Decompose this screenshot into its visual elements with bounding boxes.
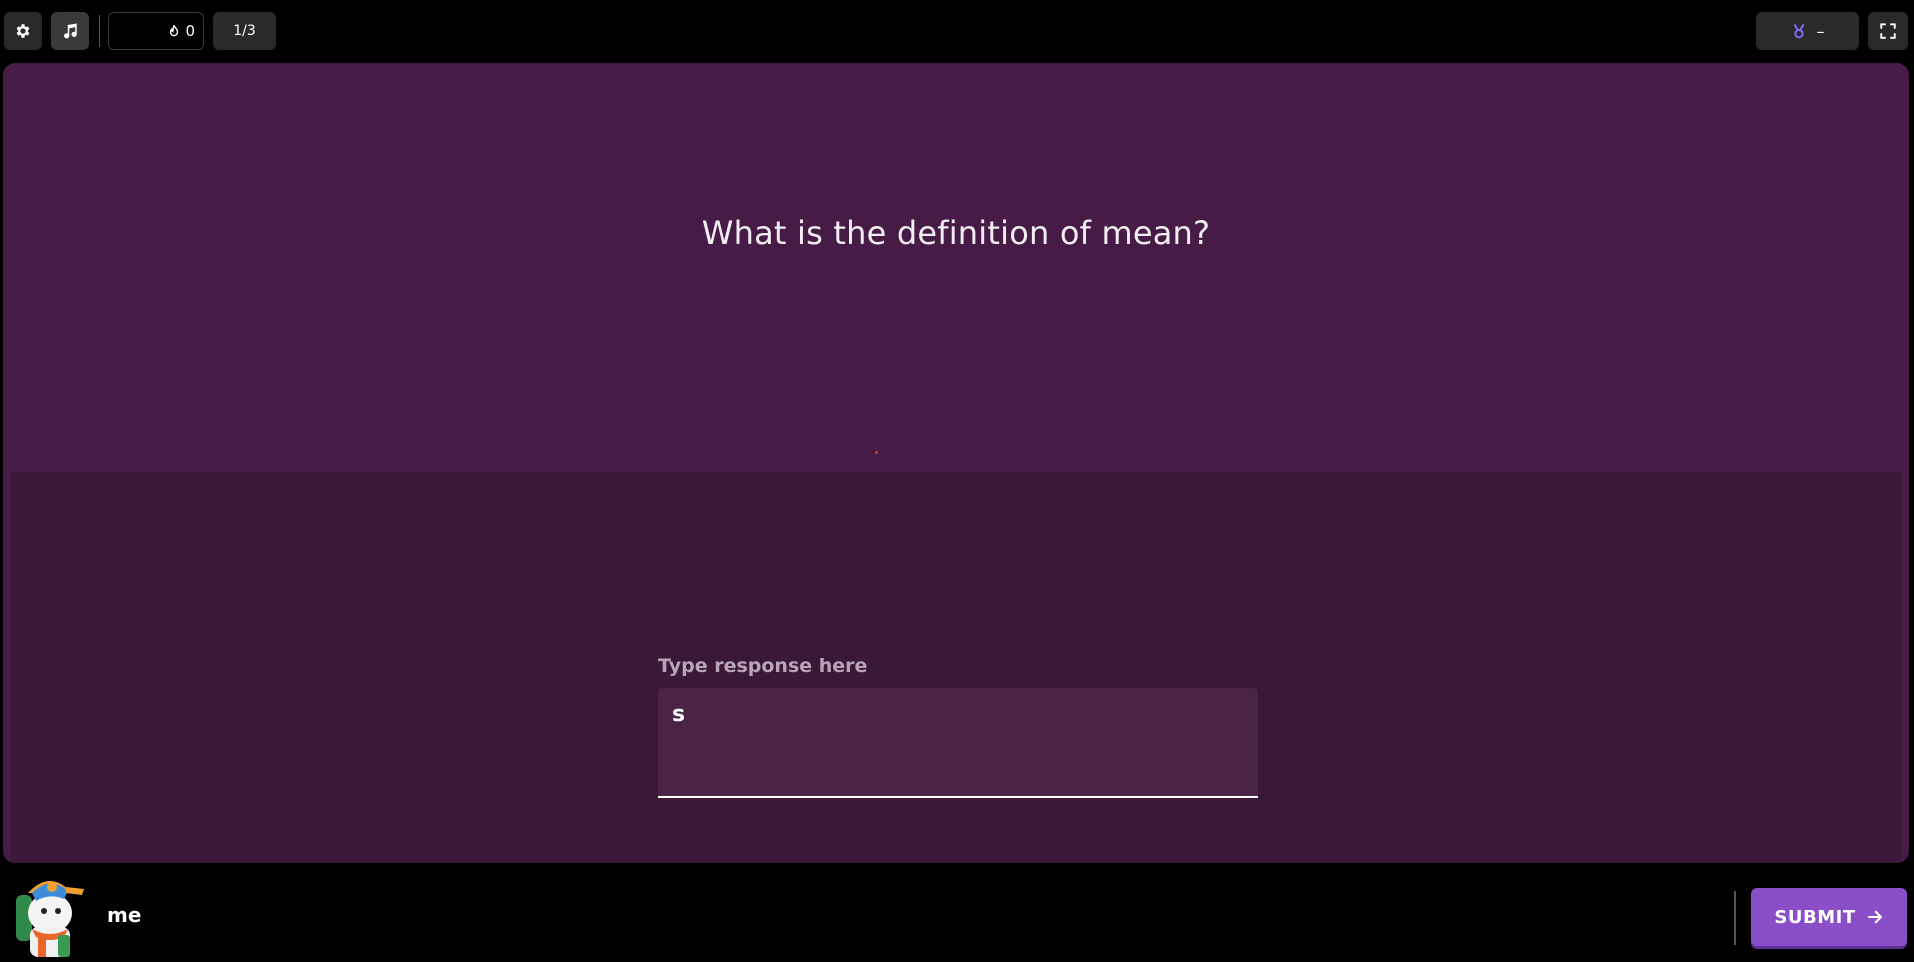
flame-icon [170,24,179,37]
response-input[interactable]: s [658,688,1258,798]
gear-icon [16,24,30,38]
rank-value: – [1816,21,1825,41]
music-note-icon [64,23,77,39]
question-text: What is the definition of mean? [701,213,1211,252]
bottom-bar: me SUBMIT [0,863,1914,962]
question-progress: 1/3 [213,12,276,50]
arrow-right-icon [1867,910,1882,924]
medal-icon [1792,23,1805,39]
question-panel: What is the definition of mean? Type res… [3,63,1909,863]
answer-area: Type response here s [11,472,1901,863]
music-button[interactable] [51,12,89,50]
streak-count: 0 [185,22,195,40]
question-area: What is the definition of mean? [3,63,1909,472]
response-label: Type response here [658,655,868,677]
rank-badge[interactable]: – [1756,12,1859,50]
top-bar: 0 1/3 – [0,0,1914,62]
submit-label: SUBMIT [1774,906,1856,928]
settings-button[interactable] [4,12,42,50]
player-name: me [107,903,142,927]
bottom-divider [1734,891,1736,945]
fullscreen-icon [1880,23,1896,39]
streak-counter: 0 [108,12,204,50]
fullscreen-button[interactable] [1868,12,1908,50]
progress-text: 1/3 [233,23,256,39]
submit-button[interactable]: SUBMIT [1751,888,1907,946]
toolbar-divider [99,15,100,47]
pointer-dot [875,451,878,454]
player-avatar [16,881,84,957]
